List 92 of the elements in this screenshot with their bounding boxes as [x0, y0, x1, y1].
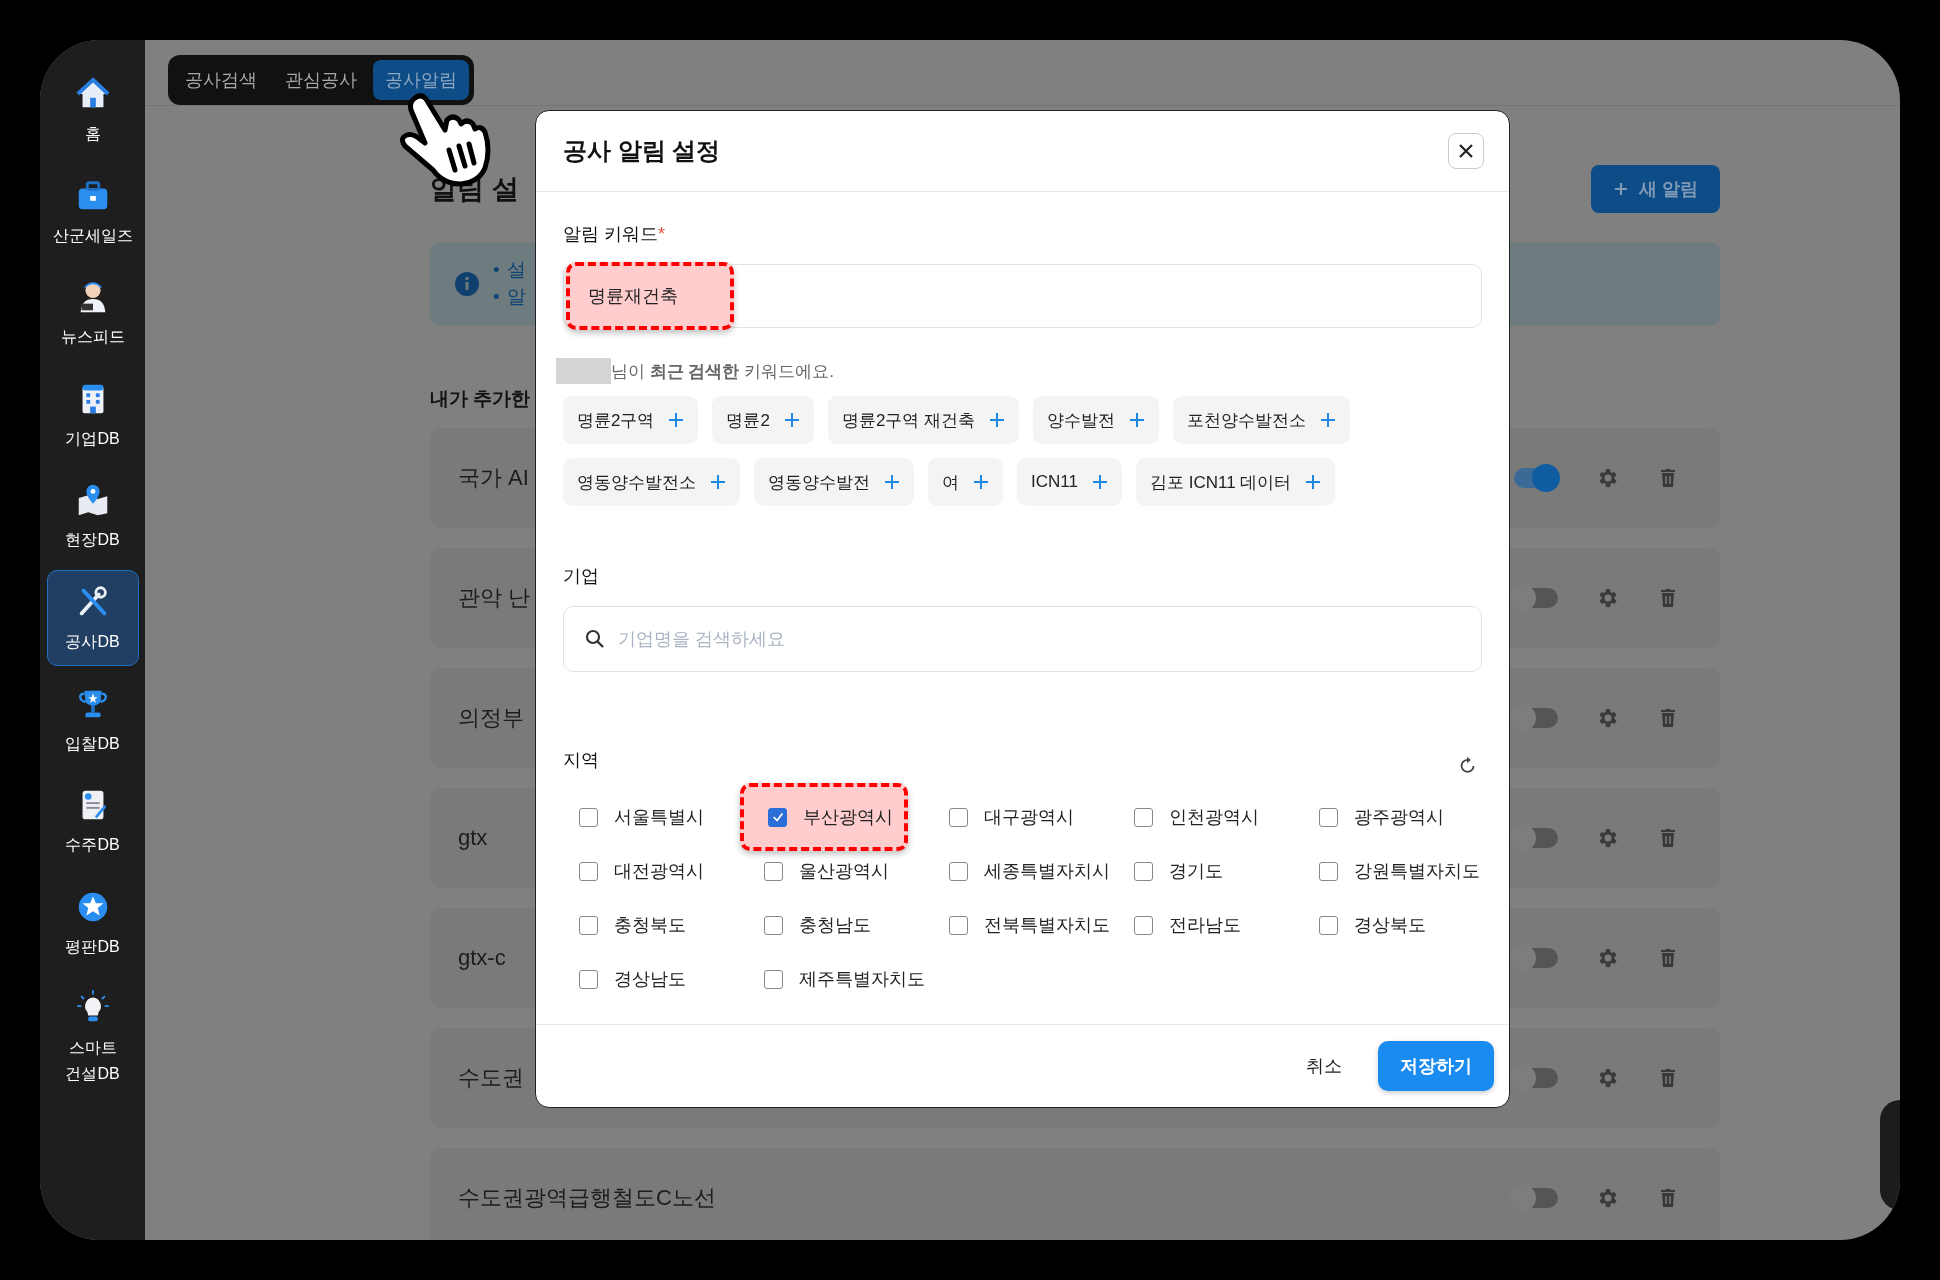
alert-title: gtx-c	[458, 945, 506, 971]
close-button[interactable]	[1448, 133, 1484, 169]
sidebar-item[interactable]: 스마트 건설DB	[46, 976, 139, 1098]
region-option[interactable]: 세종특별자치시	[941, 844, 1110, 898]
region-option[interactable]: 서울특별시	[571, 790, 704, 844]
alert-title: 수도권	[458, 1064, 524, 1092]
plus-icon	[668, 412, 685, 428]
sidebar-item[interactable]: 공사DB	[46, 569, 139, 666]
checkbox[interactable]	[1319, 807, 1338, 827]
region-option[interactable]: 충청북도	[571, 898, 686, 952]
checkbox[interactable]	[1319, 861, 1338, 881]
region-option[interactable]: 경상북도	[1311, 898, 1426, 952]
alert-title: gtx	[458, 825, 488, 851]
plus-icon	[710, 474, 726, 490]
plus-icon	[973, 474, 989, 490]
sidebar-item[interactable]: 뉴스피드	[46, 265, 139, 361]
checkbox[interactable]	[764, 861, 783, 881]
checkbox[interactable]	[764, 969, 783, 989]
check-icon	[770, 810, 785, 824]
checkbox[interactable]	[1134, 915, 1153, 935]
plus-icon	[884, 474, 900, 490]
checkbox[interactable]	[949, 807, 968, 827]
checkbox[interactable]	[768, 807, 787, 827]
keyword-chip[interactable]: ICN11	[1017, 458, 1122, 506]
region-option[interactable]: 인천광역시	[1126, 790, 1259, 844]
region-option[interactable]: 제주특별자치도	[756, 952, 925, 1006]
bullet: •	[493, 258, 500, 283]
region-option[interactable]: 대구광역시	[941, 790, 1074, 844]
sidebar-item[interactable]: 입찰DB	[46, 671, 139, 768]
region-option[interactable]: 충청남도	[756, 898, 871, 952]
region-option[interactable]: 전북특별자치도	[941, 898, 1110, 952]
info-text: 설	[506, 258, 526, 283]
list-title: 내가 추가한	[430, 387, 531, 411]
checkbox[interactable]	[579, 969, 598, 989]
checkbox[interactable]	[1134, 807, 1153, 827]
keyword-chip[interactable]: 양수발전	[1033, 396, 1160, 444]
recent-keyword-hint: 님이 최근 검색한 키워드에요.	[611, 360, 834, 383]
nav-tab[interactable]: 관심공사	[273, 60, 369, 100]
sidebar-item[interactable]: 홈	[46, 62, 139, 158]
region-option[interactable]: 강원특별자치도	[1311, 844, 1480, 898]
checkbox[interactable]	[949, 861, 968, 881]
nav-tab[interactable]: 공사검색	[173, 60, 269, 100]
keyword-chip[interactable]: 명륜2구역 재건축	[827, 396, 1020, 444]
checkbox[interactable]	[949, 915, 968, 935]
keyword-chip[interactable]: 명륜2구역	[563, 396, 699, 444]
checkbox[interactable]	[764, 915, 783, 935]
keyword-chip[interactable]: 여	[928, 458, 1003, 506]
info-icon	[455, 272, 479, 296]
plus-icon	[1129, 412, 1146, 428]
alert-title: 국가 AI	[458, 464, 529, 492]
company-search-field[interactable]: 기업명을 검색하세요	[563, 606, 1482, 672]
sidebar-item[interactable]: 현장DB	[46, 468, 139, 564]
sidebar-item[interactable]: 산군세일즈	[46, 163, 139, 260]
plus-icon	[1320, 412, 1337, 428]
checkbox[interactable]	[579, 915, 598, 935]
sidebar-item[interactable]: 평판DB	[46, 874, 139, 971]
dialog-title: 공사 알림 설정	[563, 136, 721, 166]
keyword-chip[interactable]: 명륜2	[712, 396, 814, 444]
region-option[interactable]: 광주광역시	[1311, 790, 1444, 844]
region-option[interactable]: 전라남도	[1126, 898, 1241, 952]
alert-title: 수도권광역급행철도C노선	[458, 1184, 716, 1212]
sidebar-item[interactable]: 기업DB	[46, 366, 139, 463]
info-text: 알	[506, 285, 526, 309]
plus-icon	[1091, 474, 1108, 490]
alert-title: 의정부	[458, 704, 524, 732]
checkbox[interactable]	[1134, 861, 1153, 881]
plus-icon	[1305, 474, 1322, 490]
keyword-field[interactable]: 명륜재건축	[563, 264, 1482, 328]
field-label: 기업	[563, 565, 599, 588]
keyword-value: 명륜재건축	[566, 262, 734, 330]
region-option[interactable]: 대전광역시	[571, 844, 704, 898]
alert-title: 관악 난	[458, 584, 531, 612]
keyword-chip[interactable]: 포천양수발전소	[1173, 396, 1351, 444]
nav-tab[interactable]: 공사알림	[373, 60, 469, 100]
checkbox[interactable]	[579, 861, 598, 881]
cancel-button[interactable]: 취소	[1300, 1053, 1348, 1079]
keyword-chip[interactable]: 김포 ICN11 데이터	[1135, 458, 1336, 506]
checkbox[interactable]	[1319, 915, 1338, 935]
required-mark: *	[658, 223, 666, 245]
plus-icon	[1613, 181, 1629, 197]
plus-icon	[783, 412, 800, 428]
region-option[interactable]: 경기도	[1126, 844, 1223, 898]
keyword-chip[interactable]: 영동양수발전소	[563, 458, 740, 506]
bullet: •	[493, 285, 500, 309]
keyword-chip[interactable]: 영동양수발전	[754, 458, 914, 506]
field-label: 지역	[563, 749, 599, 772]
plus-icon	[989, 412, 1006, 428]
field-label: 알림 키워드	[563, 223, 658, 246]
region-option[interactable]: 경상남도	[571, 952, 686, 1006]
sidebar-item[interactable]: 수주DB	[46, 773, 139, 869]
region-option[interactable]: 부산광역시	[740, 783, 908, 851]
checkbox[interactable]	[579, 807, 598, 827]
